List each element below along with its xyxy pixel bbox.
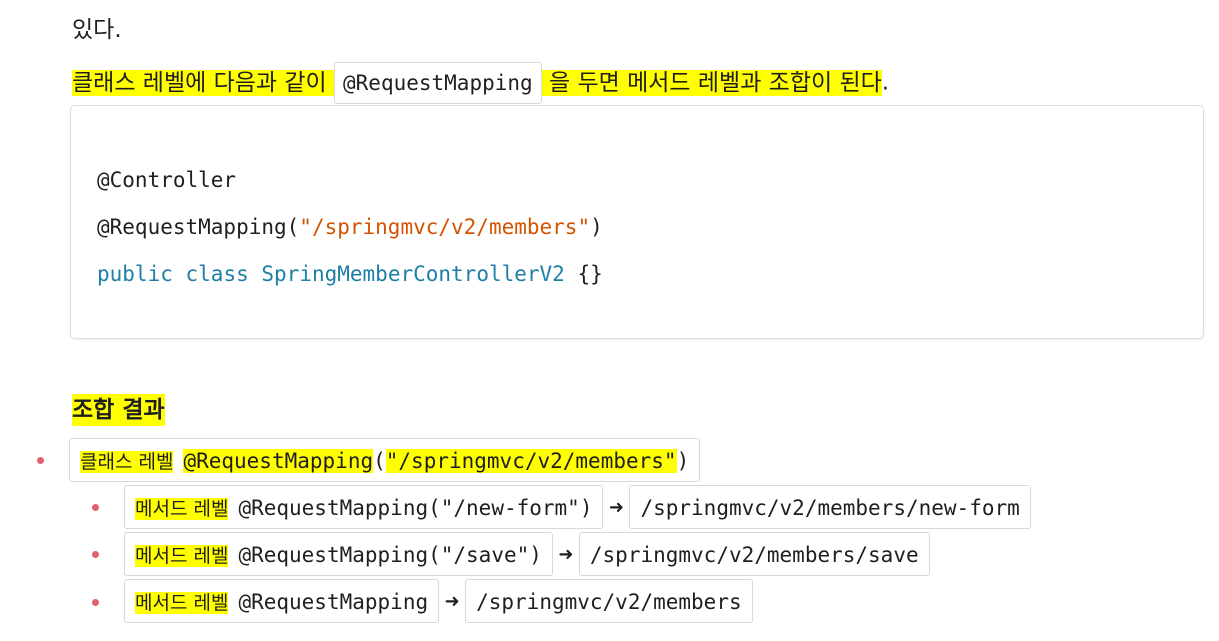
result-path: /springmvc/v2/members	[465, 579, 753, 623]
arrow-right-icon: ➜	[558, 543, 574, 565]
paragraph-line-1: 있다.	[72, 17, 122, 43]
highlighted-text: 클래스 레벨에 다음과 같이	[72, 69, 327, 96]
method-level-code: 메서드 레벨 @RequestMapping("/new-form")	[124, 485, 604, 529]
code-line-3: public class SpringMemberControllerV2 {}	[97, 260, 603, 288]
arrow-right-icon: ➜	[444, 590, 460, 612]
class-level-open: (	[373, 449, 386, 473]
section-heading: 조합 결과	[72, 394, 165, 426]
class-name: SpringMemberControllerV2	[261, 262, 565, 286]
paragraph-line-2: 클래스 레벨에 다음과 같이 @RequestMapping 을 두면 메서드 …	[72, 62, 889, 104]
annotation-controller: @Controller	[97, 168, 237, 192]
code-line-2: @RequestMapping("/springmvc/v2/members")	[97, 213, 603, 241]
code-line-1: @Controller	[97, 166, 236, 194]
method-level-code: 메서드 레벨 @RequestMapping("/save")	[124, 532, 553, 576]
code-block[interactable]: @Controller @RequestMapping("/springmvc/…	[70, 105, 1204, 339]
method-level-annotation: @RequestMapping("/save")	[238, 543, 542, 567]
document-body: 있다. 클래스 레벨에 다음과 같이 @RequestMapping 을 두면 …	[0, 0, 1219, 641]
string-literal: "/springmvc/v2/members"	[299, 215, 591, 239]
list-item-class-level: 클래스 레벨 @RequestMapping("/springmvc/v2/mem…	[69, 438, 701, 482]
keyword-public: public	[97, 262, 173, 286]
method-level-label: 메서드 레벨	[135, 545, 229, 567]
method-level-label: 메서드 레벨	[135, 592, 229, 614]
class-level-annotation: @RequestMapping	[183, 449, 374, 473]
class-level-code: 클래스 레벨 @RequestMapping("/springmvc/v2/mem…	[69, 438, 701, 482]
bullet-dot	[92, 551, 99, 558]
highlight-space	[326, 69, 335, 96]
method-level-annotation: @RequestMapping("/new-form")	[238, 496, 593, 520]
class-level-close: )	[676, 449, 690, 473]
class-level-path: "/springmvc/v2/members"	[385, 449, 677, 473]
bullet-dot	[37, 457, 44, 464]
bullet-dot	[92, 599, 99, 606]
annotation-request-mapping: @RequestMapping(	[97, 215, 300, 239]
inline-code: @RequestMapping	[334, 62, 542, 104]
period: .	[881, 69, 890, 96]
class-level-label: 클래스 레벨	[80, 451, 174, 473]
list-item: 메서드 레벨 @RequestMapping ➜ /springmvc/v2/me…	[124, 579, 753, 623]
keyword-class: class	[185, 262, 249, 286]
bullet-dot	[92, 504, 99, 511]
result-path: /springmvc/v2/members/new-form	[629, 485, 1031, 529]
list-item: 메서드 레벨 @RequestMapping("/new-form") ➜ /sp…	[124, 485, 1031, 529]
highlighted-text: 을 두면 메서드 레벨과 조합이 된다	[548, 69, 882, 96]
list-item: 메서드 레벨 @RequestMapping("/save") ➜ /spring…	[124, 532, 930, 576]
result-path: /springmvc/v2/members/save	[578, 532, 930, 576]
method-level-label: 메서드 레벨	[135, 498, 229, 520]
arrow-right-icon: ➜	[608, 496, 625, 518]
method-level-code: 메서드 레벨 @RequestMapping	[124, 579, 440, 623]
highlighted-text	[541, 69, 549, 96]
paren-close: )	[590, 215, 603, 239]
braces: {}	[577, 262, 603, 286]
method-level-annotation: @RequestMapping	[238, 590, 429, 614]
